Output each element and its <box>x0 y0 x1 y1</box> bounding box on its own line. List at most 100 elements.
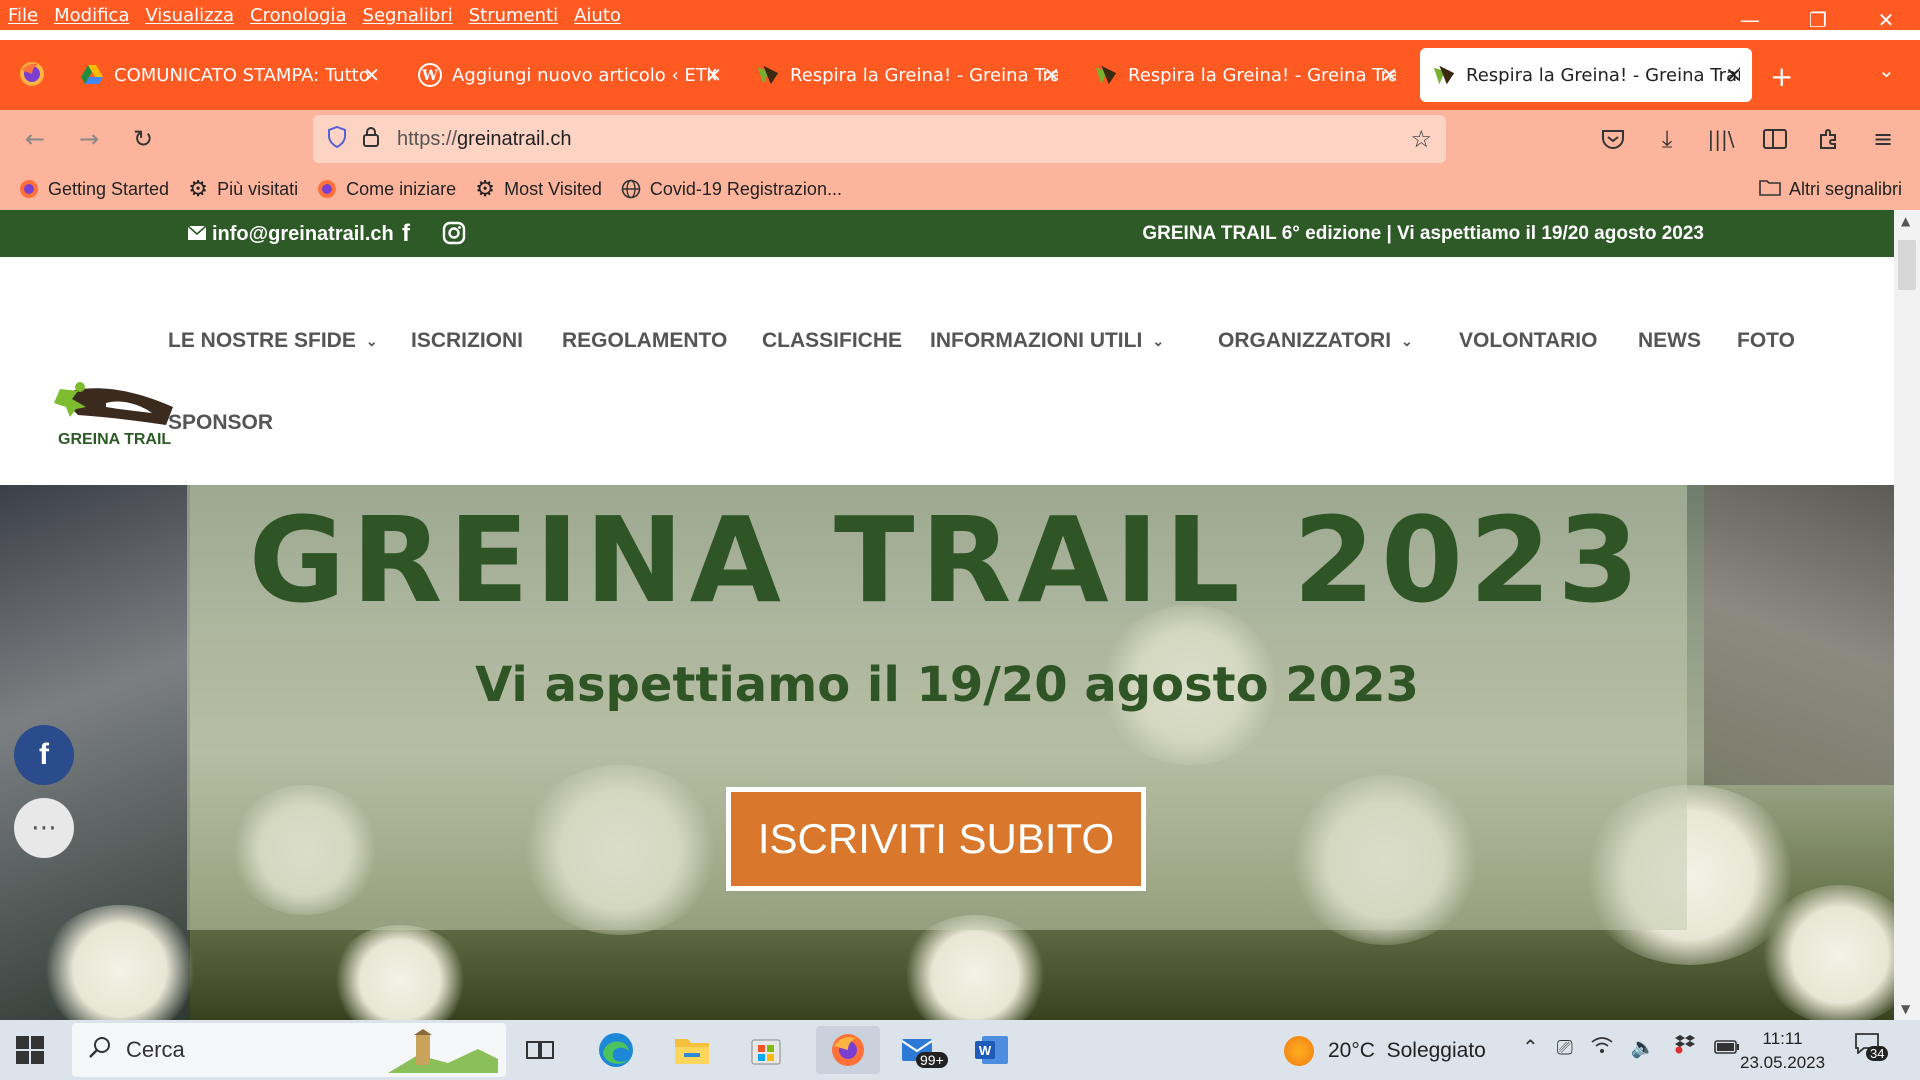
close-tab-icon[interactable]: ✕ <box>705 63 722 87</box>
hamburger-menu-icon[interactable]: ≡ <box>1862 118 1904 160</box>
bookmark-most-visited[interactable]: ⚙ Most Visited <box>474 176 602 201</box>
tab-greina-2[interactable]: Respira la Greina! - Greina Trail ✕ <box>1082 48 1408 102</box>
close-tab-icon[interactable]: ✕ <box>1381 63 1398 87</box>
show-hidden-icons-icon[interactable]: ⌃ <box>1522 1035 1539 1059</box>
back-icon[interactable]: ← <box>14 118 56 160</box>
new-tab-icon[interactable]: + <box>1770 60 1793 93</box>
bookmark-star-icon[interactable]: ☆ <box>1410 125 1432 153</box>
nav-iscrizioni[interactable]: ISCRIZIONI <box>411 329 523 353</box>
nav-volontario[interactable]: VOLONTARIO <box>1459 329 1597 353</box>
tab-title: Respira la Greina! - Greina Trail <box>1466 64 1740 86</box>
reload-icon[interactable]: ↻ <box>122 118 164 160</box>
close-window-icon[interactable]: ✕ <box>1852 0 1920 40</box>
bookmark-covid[interactable]: Covid-19 Registrazion... <box>620 178 842 200</box>
menu-file[interactable]: File <box>0 5 46 26</box>
cotton-grass-decoration <box>330 925 470 1020</box>
nav-organizzatori[interactable]: ORGANIZZATORI ⌄ <box>1218 329 1413 353</box>
restore-icon[interactable]: ❐ <box>1784 0 1852 40</box>
bookmark-label: Come iniziare <box>346 178 457 199</box>
extensions-icon[interactable] <box>1808 118 1850 160</box>
menu-segnalibri[interactable]: Segnalibri <box>355 5 461 26</box>
taskbar: Cerca 99+ W 20°C Soleggiato ⌃ ⎚ 🔈 11:11 … <box>0 1020 1920 1080</box>
menu-cronologia[interactable]: Cronologia <box>242 5 354 26</box>
email-text: info@greinatrail.ch <box>212 223 394 245</box>
url-bar[interactable]: https://greinatrail.ch ☆ <box>313 115 1446 163</box>
other-bookmarks[interactable]: Altri segnalibri <box>1759 178 1902 201</box>
minimize-icon[interactable]: — <box>1716 0 1784 40</box>
tab-comunicato[interactable]: COMUNICATO STAMPA: Tutto è ✕ <box>68 48 390 102</box>
meet-now-icon[interactable]: ⎚ <box>1557 1035 1573 1059</box>
word-icon[interactable]: W <box>968 1026 1016 1074</box>
url-protocol: https:// <box>397 127 458 150</box>
menu-modifica[interactable]: Modifica <box>46 5 137 26</box>
nav-classifiche[interactable]: CLASSIFICHE <box>762 329 902 353</box>
site-header: GREINA TRAIL LE NOSTRE SFIDE ⌄ ISCRIZIONI… <box>0 257 1894 485</box>
nav-foto[interactable]: FOTO <box>1737 329 1795 353</box>
bookmark-getting-started[interactable]: Getting Started <box>18 178 169 200</box>
downloads-icon[interactable]: ⤓ <box>1646 118 1688 160</box>
close-tab-icon[interactable]: ✕ <box>1725 63 1742 87</box>
lock-icon[interactable] <box>361 126 381 152</box>
pocket-icon[interactable] <box>1592 118 1634 160</box>
microsoft-store-icon[interactable] <box>742 1026 790 1074</box>
close-tab-icon[interactable]: ✕ <box>1043 63 1060 87</box>
bookmark-piu-visitati[interactable]: ⚙ Più visitati <box>187 176 298 201</box>
url-text[interactable]: https://greinatrail.ch <box>397 128 572 151</box>
menu-visualizza[interactable]: Visualizza <box>137 5 242 26</box>
menu-strumenti[interactable]: Strumenti <box>461 5 566 26</box>
nav-news[interactable]: NEWS <box>1638 329 1701 353</box>
dropbox-icon[interactable] <box>1674 1034 1696 1059</box>
close-tab-icon[interactable]: ✕ <box>363 63 380 87</box>
share-more-button[interactable]: ⋯ <box>14 798 74 858</box>
nav-le-nostre-sfide[interactable]: LE NOSTRE SFIDE ⌄ <box>168 329 378 353</box>
greina-trail-logo[interactable]: GREINA TRAIL <box>48 377 178 453</box>
globe-icon <box>620 178 642 200</box>
firefox-taskbar-icon[interactable] <box>816 1026 880 1074</box>
edge-icon[interactable] <box>592 1026 640 1074</box>
scroll-down-icon[interactable]: ▼ <box>1901 1002 1910 1016</box>
bookmark-label: Most Visited <box>504 178 602 199</box>
menu-aiuto[interactable]: Aiuto <box>566 5 629 26</box>
mail-icon[interactable]: 99+ <box>894 1026 948 1074</box>
list-tabs-icon[interactable]: ⌄ <box>1878 58 1895 82</box>
library-icon[interactable]: |||\ <box>1700 118 1742 160</box>
page-scrollbar[interactable]: ▲ ▼ <box>1894 210 1920 1020</box>
taskbar-search[interactable]: Cerca <box>72 1023 506 1077</box>
task-view-icon[interactable] <box>516 1026 564 1074</box>
nav-label: SPONSOR <box>168 411 274 434</box>
firefox-view-icon[interactable] <box>18 60 46 88</box>
nav-sponsor[interactable]: SPONSOR <box>168 411 273 435</box>
nav-label: INFORMAZIONI UTILI <box>930 329 1143 352</box>
chevron-down-icon: ⌄ <box>1152 332 1165 349</box>
search-highlight-image <box>388 1029 498 1079</box>
tab-greina-1[interactable]: Respira la Greina! - Greina Trail ✕ <box>744 48 1070 102</box>
sidebar-icon[interactable] <box>1754 118 1796 160</box>
hero-title: GREINA TRAIL 2023 <box>248 491 1646 629</box>
nav-informazioni-utili[interactable]: INFORMAZIONI UTILI ⌄ <box>930 329 1164 353</box>
google-drive-icon <box>80 63 104 87</box>
greina-favicon <box>1432 63 1456 87</box>
scroll-up-icon[interactable]: ▲ <box>1901 214 1910 228</box>
share-facebook-button[interactable]: f <box>14 725 74 785</box>
notification-center[interactable]: 34 <box>1854 1032 1889 1061</box>
tracking-protection-icon[interactable] <box>325 125 349 153</box>
instagram-icon[interactable] <box>442 221 466 250</box>
forward-icon[interactable]: → <box>68 118 110 160</box>
file-explorer-icon[interactable] <box>668 1026 716 1074</box>
bookmark-come-iniziare[interactable]: Come iniziare <box>316 178 456 200</box>
weather-widget[interactable]: 20°C Soleggiato <box>1284 1036 1486 1066</box>
register-now-button[interactable]: ISCRIVITI SUBITO <box>726 787 1146 891</box>
contact-email[interactable]: info@greinatrail.ch <box>187 223 394 246</box>
tab-greina-active[interactable]: Respira la Greina! - Greina Trail ✕ <box>1420 48 1752 102</box>
hero-section: GREINA TRAIL 2023 Vi aspettiamo il 19/20… <box>0 485 1894 1020</box>
clock[interactable]: 11:11 23.05.2023 <box>1740 1027 1825 1075</box>
facebook-icon[interactable]: f <box>402 220 410 248</box>
nav-regolamento[interactable]: REGOLAMENTO <box>562 329 727 353</box>
battery-icon[interactable] <box>1713 1035 1740 1059</box>
tab-wordpress[interactable]: W Aggiungi nuovo articolo ‹ ETiCi ✕ <box>406 48 732 102</box>
wifi-icon[interactable] <box>1591 1035 1613 1059</box>
windows-start-icon[interactable] <box>16 1036 44 1064</box>
mail-badge: 99+ <box>916 1052 948 1068</box>
scrollbar-thumb[interactable] <box>1898 240 1916 290</box>
volume-icon[interactable]: 🔈 <box>1631 1035 1656 1059</box>
